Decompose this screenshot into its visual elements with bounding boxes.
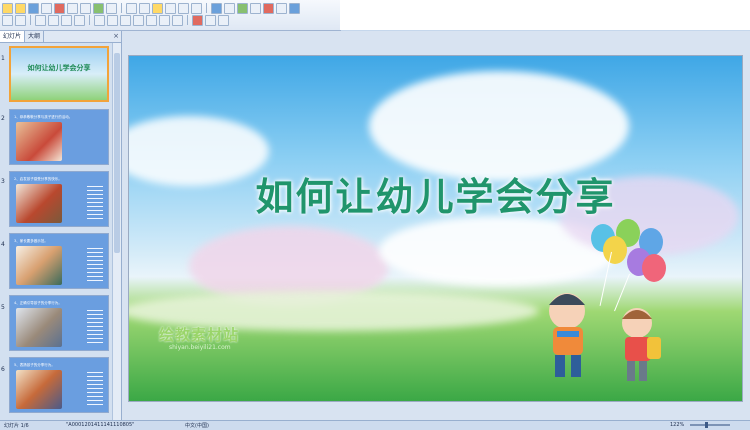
balloon-icon (603, 236, 627, 264)
panel-tabs: 幻灯片 大纲 (0, 31, 121, 43)
increase-font-icon[interactable] (159, 15, 170, 26)
thumbnail-list: 1 如何让幼儿学会分享 2 1、恭恭敬敬分享与孩子进行的活动。 3 2、启发孩子… (0, 43, 113, 420)
slide-canvas[interactable]: 如何让幼儿学会分享 绘教素材站 shiyan.beiyili21.com (128, 55, 743, 402)
thumbnail-caption: 1、恭恭敬敬分享与孩子进行的活动。 (14, 115, 73, 119)
align-left-icon[interactable] (94, 15, 105, 26)
paste-icon[interactable] (152, 3, 163, 14)
thumbnail-number: 1 (1, 55, 5, 62)
toolbar-separator (121, 3, 122, 13)
thumbnail-photo (16, 184, 62, 223)
slide-editing-area: 如何让幼儿学会分享 绘教素材站 shiyan.beiyili21.com (122, 31, 750, 420)
undo-icon[interactable] (178, 3, 189, 14)
italic-icon[interactable] (48, 15, 59, 26)
thumbnail-number: 2 (1, 115, 5, 122)
font-size-icon[interactable] (15, 15, 26, 26)
zoom-slider[interactable] (690, 424, 730, 426)
slide-counter: 幻灯片 1/6 (4, 423, 29, 429)
align-center-icon[interactable] (107, 15, 118, 26)
watermark-url: shiyan.beiyili21.com (169, 344, 231, 351)
spelling-icon[interactable] (93, 3, 104, 14)
zoom-level[interactable]: 122% (670, 422, 684, 428)
hyperlink-icon[interactable] (211, 3, 222, 14)
new-slide-button-icon[interactable] (218, 15, 229, 26)
align-right-icon[interactable] (120, 15, 131, 26)
format-painter-icon[interactable] (165, 3, 176, 14)
slide-thumbnail-1[interactable]: 如何让幼儿学会分享 (9, 46, 109, 102)
toolbar (0, 0, 341, 31)
email-icon[interactable] (54, 3, 65, 14)
thumbnail-photo (16, 246, 62, 285)
thumbnail-caption: 2、启发孩子感受分享的快乐。 (14, 177, 62, 181)
thumbnail-caption: 5、表扬孩子的分享行为。 (14, 363, 55, 367)
bold-icon[interactable] (35, 15, 46, 26)
bullets-icon[interactable] (146, 15, 157, 26)
redo-icon[interactable] (191, 3, 202, 14)
toolbar-separator (187, 15, 188, 25)
tab-slides[interactable]: 幻灯片 (0, 31, 26, 42)
toolbar-empty-area (340, 0, 750, 30)
toolbar-row-standard (2, 3, 300, 14)
new-slide-icon[interactable] (250, 3, 261, 14)
open-folder-icon[interactable] (15, 3, 26, 14)
children-illustration (549, 293, 661, 381)
thumbnail-text-block (87, 372, 103, 406)
color-icon[interactable] (263, 3, 274, 14)
thumbnail-photo (16, 370, 62, 409)
toolbar-separator (206, 3, 207, 13)
print-icon[interactable] (67, 3, 78, 14)
chart-icon[interactable] (237, 3, 248, 14)
thumbnail-caption: 4、正确引导孩子的分享行为。 (14, 301, 62, 305)
print-preview-icon[interactable] (80, 3, 91, 14)
toolbar-separator (30, 15, 31, 25)
underline-icon[interactable] (61, 15, 72, 26)
slide-thumbnail-3[interactable]: 2、启发孩子感受分享的快乐。 (9, 171, 109, 227)
thumbnail-text-block (87, 248, 103, 282)
help-icon[interactable] (289, 3, 300, 14)
thumbnail-number: 4 (1, 241, 5, 248)
thumbnail-scrollbar[interactable] (112, 43, 121, 420)
shadow-icon[interactable] (74, 15, 85, 26)
slides-panel: 幻灯片 大纲 × 1 如何让幼儿学会分享 2 1、恭恭敬敬分享与孩子进行的活动。… (0, 31, 122, 420)
language-indicator: 中文(中国) (185, 423, 209, 429)
thumbnail-title: 如何让幼儿学会分享 (27, 64, 91, 72)
slide-thumbnail-6[interactable]: 5、表扬孩子的分享行为。 (9, 357, 109, 413)
toolbar-row-formatting (2, 15, 229, 26)
thumbnail-number: 6 (1, 366, 5, 373)
zoom-icon[interactable] (276, 3, 287, 14)
thumbnail-text-block (87, 186, 103, 220)
slide-title[interactable]: 如何让幼儿学会分享 (129, 166, 742, 221)
cloud-shape (369, 71, 629, 181)
slide-thumbnail-5[interactable]: 4、正确引导孩子的分享行为。 (9, 295, 109, 351)
slide-thumbnail-2[interactable]: 1、恭恭敬敬分享与孩子进行的活动。 (9, 109, 109, 165)
thumbnail-background (11, 48, 107, 100)
slide-thumbnail-4[interactable]: 3、家长要多做示范。 (9, 233, 109, 289)
numbering-icon[interactable] (133, 15, 144, 26)
thumbnail-number: 3 (1, 178, 5, 185)
permission-icon[interactable] (41, 3, 52, 14)
thumbnail-text-block (87, 310, 103, 344)
table-icon[interactable] (224, 3, 235, 14)
balloon-icon (642, 254, 666, 282)
thumbnail-caption: 3、家长要多做示范。 (14, 239, 48, 243)
decrease-font-icon[interactable] (172, 15, 183, 26)
toolbar-separator (89, 15, 90, 25)
font-color-icon[interactable] (192, 15, 203, 26)
zoom-slider-handle[interactable] (705, 422, 708, 428)
scrollbar-thumb[interactable] (114, 53, 120, 253)
font-box-icon[interactable] (2, 15, 13, 26)
close-icon[interactable]: × (113, 31, 119, 42)
thumbnail-photo (16, 122, 62, 161)
thumbnail-number: 5 (1, 304, 5, 311)
design-icon[interactable] (205, 15, 216, 26)
copy-icon[interactable] (139, 3, 150, 14)
thumbnail-photo (16, 308, 62, 347)
new-file-icon[interactable] (2, 3, 13, 14)
theme-name: "A0001201411141110805" (66, 422, 135, 428)
tab-outline[interactable]: 大纲 (25, 31, 45, 42)
research-icon[interactable] (106, 3, 117, 14)
save-icon[interactable] (28, 3, 39, 14)
cut-icon[interactable] (126, 3, 137, 14)
watermark-logo: 绘教素材站 (159, 326, 240, 344)
